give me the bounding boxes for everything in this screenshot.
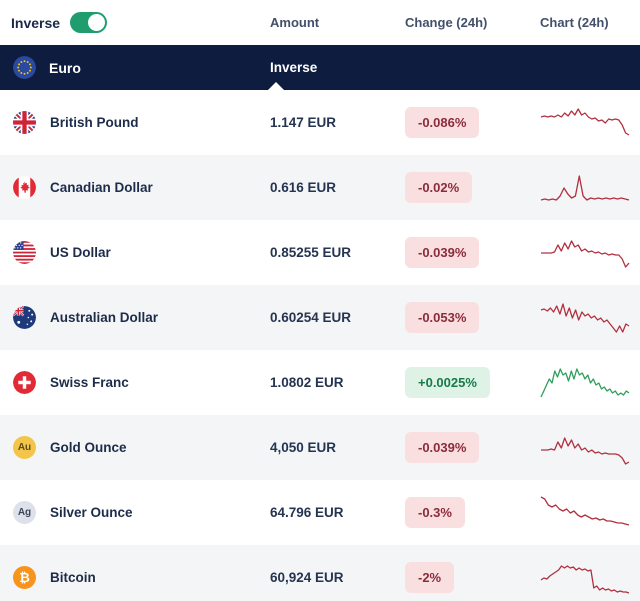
table-row-australian-dollar[interactable]: Australian Dollar 0.60254 EUR -0.053% [0, 285, 640, 350]
eu-flag-icon [13, 56, 36, 79]
amount-value: 4,050 EUR [270, 440, 405, 455]
table-row-gold-ounce[interactable]: Au Gold Ounce 4,050 EUR -0.039% [0, 415, 640, 480]
section-row-euro[interactable]: Euro Inverse [0, 45, 640, 90]
currency-name: Swiss Franc [50, 375, 129, 390]
inverse-toggle[interactable] [70, 12, 107, 33]
currency-name: Gold Ounce [50, 440, 127, 455]
column-header-amount: Amount [270, 15, 405, 30]
change-badge: -0.3% [405, 497, 465, 528]
table-row-swiss-franc[interactable]: Swiss Franc 1.0802 EUR +0.0025% [0, 350, 640, 415]
amount-value: 0.60254 EUR [270, 310, 405, 325]
change-badge: +0.0025% [405, 367, 490, 398]
amount-value: 0.616 EUR [270, 180, 405, 195]
gb-flag-icon [13, 111, 36, 134]
amount-value: 0.85255 EUR [270, 245, 405, 260]
change-badge: -0.053% [405, 302, 479, 333]
inverse-label: Inverse [11, 15, 60, 31]
change-badge: -2% [405, 562, 454, 593]
change-badge: -0.02% [405, 172, 472, 203]
table-row-us-dollar[interactable]: US Dollar 0.85255 EUR -0.039% [0, 220, 640, 285]
amount-value: 1.0802 EUR [270, 375, 405, 390]
ca-flag-icon [13, 176, 36, 199]
currency-name: Silver Ounce [50, 505, 133, 520]
sparkline-chart [540, 363, 630, 403]
currency-name: Australian Dollar [50, 310, 158, 325]
sparkline-chart [540, 493, 630, 533]
au-flag-icon [13, 306, 36, 329]
table-row-silver-ounce[interactable]: Ag Silver Ounce 64.796 EUR -0.3% [0, 480, 640, 545]
currency-name: British Pound [50, 115, 139, 130]
sparkline-chart [540, 233, 630, 273]
section-amount-label: Inverse [270, 60, 405, 75]
change-badge: -0.039% [405, 237, 479, 268]
inverse-toggle-group: Inverse [0, 12, 270, 33]
amount-value: 64.796 EUR [270, 505, 405, 520]
us-flag-icon [13, 241, 36, 264]
column-header-change: Change (24h) [405, 15, 540, 30]
amount-value: 60,924 EUR [270, 570, 405, 585]
toggle-knob-icon [88, 14, 105, 31]
currency-name: US Dollar [50, 245, 111, 260]
gold-icon: Au [13, 436, 36, 459]
currency-name: Bitcoin [50, 570, 96, 585]
ch-flag-icon [13, 371, 36, 394]
amount-value: 1.147 EUR [270, 115, 405, 130]
sparkline-chart [540, 168, 630, 208]
section-name-cell: Euro [0, 56, 270, 79]
currency-rows: British Pound 1.147 EUR -0.086% Canadian… [0, 90, 640, 601]
table-row-canadian-dollar[interactable]: Canadian Dollar 0.616 EUR -0.02% [0, 155, 640, 220]
table-row-british-pound[interactable]: British Pound 1.147 EUR -0.086% [0, 90, 640, 155]
table-row-bitcoin[interactable]: ₿ Bitcoin 60,924 EUR -2% [0, 545, 640, 601]
currency-name: Canadian Dollar [50, 180, 153, 195]
sparkline-chart [540, 428, 630, 468]
column-header-chart: Chart (24h) [540, 15, 640, 30]
change-badge: -0.039% [405, 432, 479, 463]
table-toolbar: Inverse Amount Change (24h) Chart (24h) [0, 0, 640, 45]
change-badge: -0.086% [405, 107, 479, 138]
sparkline-chart [540, 558, 630, 598]
section-currency-name: Euro [49, 60, 81, 76]
silver-icon: Ag [13, 501, 36, 524]
sparkline-chart [540, 298, 630, 338]
caret-up-icon [268, 82, 284, 90]
currency-table-app: Inverse Amount Change (24h) Chart (24h) [0, 0, 640, 601]
sparkline-chart [540, 103, 630, 143]
bitcoin-icon: ₿ [13, 566, 36, 589]
